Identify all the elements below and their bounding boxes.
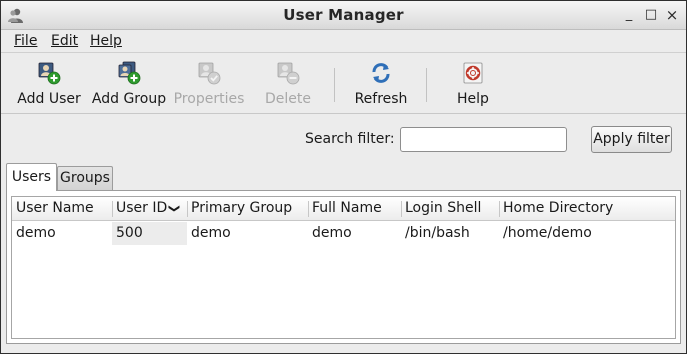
users-table: User Name User ID❯ Primary Group Full Na… [11, 196, 676, 339]
cell-login-shell: /bin/bash [405, 225, 470, 241]
toolbar: Add User Add Group Properties Delete Ref… [1, 54, 686, 114]
close-button[interactable]: × [663, 5, 681, 25]
properties-button[interactable]: Properties [171, 58, 247, 112]
properties-icon [197, 61, 221, 85]
refresh-icon [369, 61, 393, 85]
delete-user-icon [276, 61, 300, 85]
search-filter-input[interactable] [400, 127, 567, 152]
window-title: User Manager [283, 6, 404, 24]
minimize-button[interactable]: _ [620, 5, 638, 25]
cell-full-name: demo [312, 225, 352, 241]
add-user-button[interactable]: Add User [13, 58, 85, 112]
maximize-button[interactable]: □ [642, 5, 660, 25]
title-bar[interactable]: User Manager _ □ × [1, 1, 686, 30]
add-user-icon [37, 61, 61, 85]
column-header-login-shell[interactable]: Login Shell [401, 197, 499, 221]
delete-button[interactable]: Delete [258, 58, 318, 112]
search-filter-label: Search filter: [305, 131, 395, 147]
add-group-label: Add Group [91, 91, 167, 107]
column-header-primary-group[interactable]: Primary Group [187, 197, 308, 221]
users-tab-panel: User Name User ID❯ Primary Group Full Na… [6, 190, 681, 344]
refresh-button[interactable]: Refresh [348, 58, 414, 112]
chevron-down-icon: ❯ [168, 203, 182, 214]
refresh-label: Refresh [354, 91, 408, 107]
cell-home-directory: /home/demo [503, 225, 592, 241]
delete-label: Delete [265, 91, 311, 107]
apply-filter-button[interactable]: Apply filter [591, 126, 672, 153]
help-button[interactable]: Help [448, 58, 498, 112]
menu-file[interactable]: File [12, 32, 39, 50]
column-header-home-directory[interactable]: Home Directory [499, 197, 675, 221]
tab-groups[interactable]: Groups [57, 166, 113, 190]
properties-label: Properties [173, 91, 245, 107]
toolbar-separator [426, 68, 427, 102]
add-user-label: Add User [17, 91, 81, 107]
column-header-user-id-label: User ID [116, 200, 168, 216]
toolbar-separator [334, 68, 335, 102]
column-header-user-name[interactable]: User Name [12, 197, 112, 221]
tab-users[interactable]: Users [6, 163, 57, 191]
add-group-icon [117, 61, 141, 85]
column-header-user-id[interactable]: User ID❯ [112, 197, 187, 221]
cell-user-id: 500 [112, 222, 187, 245]
menu-edit[interactable]: Edit [49, 32, 80, 50]
menu-bar: File Edit Help [1, 30, 686, 53]
menu-help[interactable]: Help [88, 32, 124, 50]
user-manager-window: User Manager _ □ × File Edit Help Add Us… [0, 0, 687, 354]
table-header: User Name User ID❯ Primary Group Full Na… [12, 197, 675, 221]
cell-primary-group: demo [191, 225, 231, 241]
help-lifebuoy-icon [461, 61, 485, 85]
column-header-full-name[interactable]: Full Name [308, 197, 401, 221]
table-row[interactable]: demo 500 demo demo /bin/bash /home/demo [12, 222, 675, 245]
help-label: Help [457, 91, 489, 107]
add-group-button[interactable]: Add Group [91, 58, 167, 112]
cell-user-name: demo [16, 225, 56, 241]
